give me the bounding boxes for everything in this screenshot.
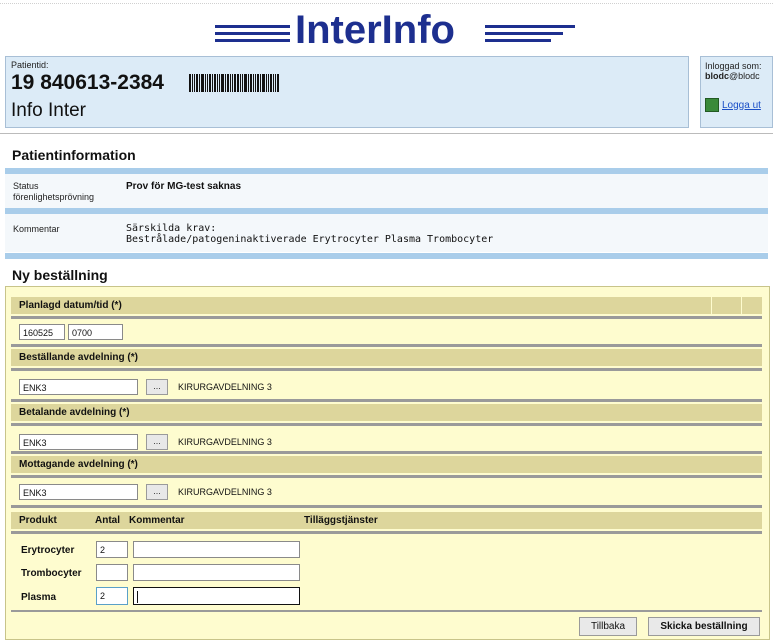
info-key-comment: Kommentar — [13, 224, 60, 234]
info-value-comment: Särskilda krav: Bestrålade/patogeninaktiv… — [126, 223, 494, 245]
planned-header: Planlagd datum/tid (*) — [11, 297, 762, 314]
ordering-dept-input[interactable]: ENK3 — [19, 379, 138, 395]
section-rule — [11, 451, 762, 454]
patient-header: Patientid: 19 840613-2384 Info Inter — [5, 56, 689, 128]
col-comment: Kommentar — [129, 515, 185, 526]
new-order-title: Ny beställning — [12, 267, 108, 283]
product-comment-input[interactable] — [133, 564, 300, 581]
info-band — [5, 253, 768, 259]
info-row-status: Status förenlighetsprövning Prov för MG-t… — [5, 174, 768, 208]
patient-id-label: Patientid: — [11, 60, 49, 70]
planned-label: Planlagd datum/tid (*) — [19, 300, 122, 311]
patient-id: 19 840613-2384 — [11, 71, 164, 94]
top-divider — [0, 3, 773, 4]
receiving-dept-input[interactable]: ENK3 — [19, 484, 138, 500]
product-comment-input[interactable] — [133, 587, 300, 605]
section-rule — [11, 368, 762, 371]
section-rule — [11, 475, 762, 478]
submit-order-button[interactable]: Skicka beställning — [648, 617, 760, 636]
paying-dept-header: Betalande avdelning (*) — [11, 404, 762, 421]
patient-name: Info Inter — [11, 100, 86, 121]
col-count: Antal — [95, 515, 120, 526]
paying-dept-browse-button[interactable]: ... — [146, 434, 168, 450]
planned-time-input[interactable]: 0700 — [68, 324, 123, 340]
logo-text: InterInfo — [295, 8, 455, 52]
barcode-icon — [189, 74, 280, 92]
logged-in-user: blodc@blodc — [705, 71, 760, 81]
user-panel: Inloggad som: blodc@blodc Logga ut — [700, 56, 773, 128]
ordering-dept-name: KIRURGAVDELNING 3 — [178, 382, 272, 392]
app-logo: InterInfo — [215, 8, 575, 52]
product-comment-input[interactable] — [133, 541, 300, 558]
paying-dept-input[interactable]: ENK3 — [19, 434, 138, 450]
receiving-dept-label: Mottagande avdelning (*) — [19, 459, 138, 470]
product-count-input[interactable] — [96, 564, 128, 581]
product-label: Plasma — [21, 592, 57, 603]
order-form: Planlagd datum/tid (*) 160525 0700 Bestä… — [5, 286, 770, 640]
ordering-dept-header: Beställande avdelning (*) — [11, 349, 762, 366]
receiving-dept-browse-button[interactable]: ... — [146, 484, 168, 500]
section-rule — [11, 610, 762, 612]
product-label: Erytrocyter — [21, 545, 75, 556]
paying-dept-name: KIRURGAVDELNING 3 — [178, 437, 272, 447]
header-divider — [0, 133, 773, 134]
product-count-input[interactable]: 2 — [96, 587, 128, 605]
patient-info-title: Patientinformation — [12, 147, 136, 163]
paying-dept-label: Betalande avdelning (*) — [19, 407, 130, 418]
col-product: Produkt — [19, 515, 57, 526]
col-extras: Tilläggstjänster — [304, 515, 378, 526]
info-value-status: Prov för MG-test saknas — [126, 181, 242, 192]
logout-label[interactable]: Logga ut — [722, 100, 761, 111]
planned-date-input[interactable]: 160525 — [19, 324, 65, 340]
ordering-dept-browse-button[interactable]: ... — [146, 379, 168, 395]
products-header: Produkt Antal Kommentar Tilläggstjänster — [11, 512, 762, 529]
section-rule — [11, 316, 762, 319]
product-count-input[interactable]: 2 — [96, 541, 128, 558]
info-key-status: Status förenlighetsprövning — [13, 181, 95, 202]
section-rule — [11, 344, 762, 347]
section-rule — [11, 423, 762, 426]
section-rule — [11, 505, 762, 508]
ordering-dept-label: Beställande avdelning (*) — [19, 352, 138, 363]
section-rule — [11, 531, 762, 534]
receiving-dept-name: KIRURGAVDELNING 3 — [178, 487, 272, 497]
door-exit-icon — [705, 98, 719, 112]
product-label: Trombocyter — [21, 568, 82, 579]
logged-in-label: Inloggad som: — [705, 61, 762, 71]
logout-link[interactable]: Logga ut — [705, 98, 761, 112]
receiving-dept-header: Mottagande avdelning (*) — [11, 456, 762, 473]
back-button[interactable]: Tillbaka — [579, 617, 637, 636]
info-row-comment: Kommentar Särskilda krav: Bestrålade/pato… — [5, 214, 768, 252]
section-rule — [11, 399, 762, 402]
